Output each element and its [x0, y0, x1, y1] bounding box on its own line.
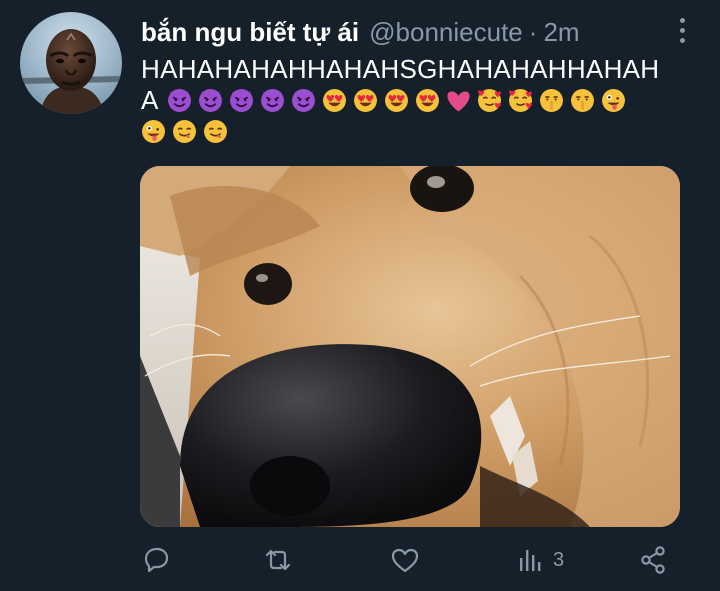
- smiling-devil-icon: [167, 89, 191, 112]
- heart-eyes-icon: [353, 89, 377, 112]
- share-icon: [641, 546, 665, 574]
- tweet-text: HAHAHAHAHHAHAHSGHAHAHAHHAHAH A: [141, 54, 686, 147]
- dog-photo: [140, 166, 680, 527]
- share-button[interactable]: [638, 543, 670, 577]
- more-options-icon[interactable]: [680, 18, 686, 43]
- analytics-icon: [520, 550, 541, 571]
- heart-eyes-icon: [384, 89, 408, 112]
- smiling-devil-icon: [229, 89, 253, 112]
- tweet-header: bắn ngu biết tự ái @bonniecute · 2m: [141, 14, 700, 50]
- user-handle[interactable]: @bonniecute: [369, 17, 523, 48]
- smiling-devil-icon: [260, 89, 284, 112]
- smiling-devil-icon: [198, 89, 222, 112]
- separator-dot: ·: [528, 16, 538, 47]
- tweet-media-image[interactable]: [140, 166, 680, 527]
- retweet-icon: [265, 549, 291, 571]
- zany-face-icon: [601, 89, 625, 112]
- shushing-face-icon: [539, 89, 563, 112]
- heart-eyes-icon: [415, 89, 439, 112]
- timestamp[interactable]: 2m: [543, 17, 579, 48]
- smiling-devil-icon: [291, 89, 315, 112]
- avatar-image: [20, 12, 122, 114]
- zany-face-icon: [142, 120, 165, 143]
- smiling-hearts-icon: [508, 89, 532, 112]
- tweet-action-bar: 3: [140, 541, 680, 581]
- reply-icon: [144, 547, 169, 573]
- views-count: 3: [553, 548, 565, 571]
- tweet-text-line-2: A: [141, 85, 686, 116]
- reply-button[interactable]: [140, 543, 172, 577]
- views-button[interactable]: 3: [515, 543, 564, 577]
- like-button[interactable]: [389, 543, 421, 577]
- yum-face-icon: [173, 120, 196, 143]
- tweet-text-line-3: [141, 116, 686, 147]
- tweet-text-lead: A: [141, 85, 159, 115]
- avatar[interactable]: [20, 12, 122, 114]
- pink-heart-icon: [447, 91, 470, 112]
- tweet-text-line-1: HAHAHAHAHHAHAHSGHAHAHAHHAHAH: [141, 54, 660, 84]
- heart-eyes-icon: [322, 89, 346, 112]
- shushing-face-icon: [570, 89, 594, 112]
- heart-icon: [391, 548, 419, 573]
- display-name[interactable]: bắn ngu biết tự ái: [141, 17, 359, 48]
- smiling-hearts-icon: [477, 89, 501, 112]
- retweet-button[interactable]: [262, 543, 294, 577]
- yum-face-icon: [204, 120, 227, 143]
